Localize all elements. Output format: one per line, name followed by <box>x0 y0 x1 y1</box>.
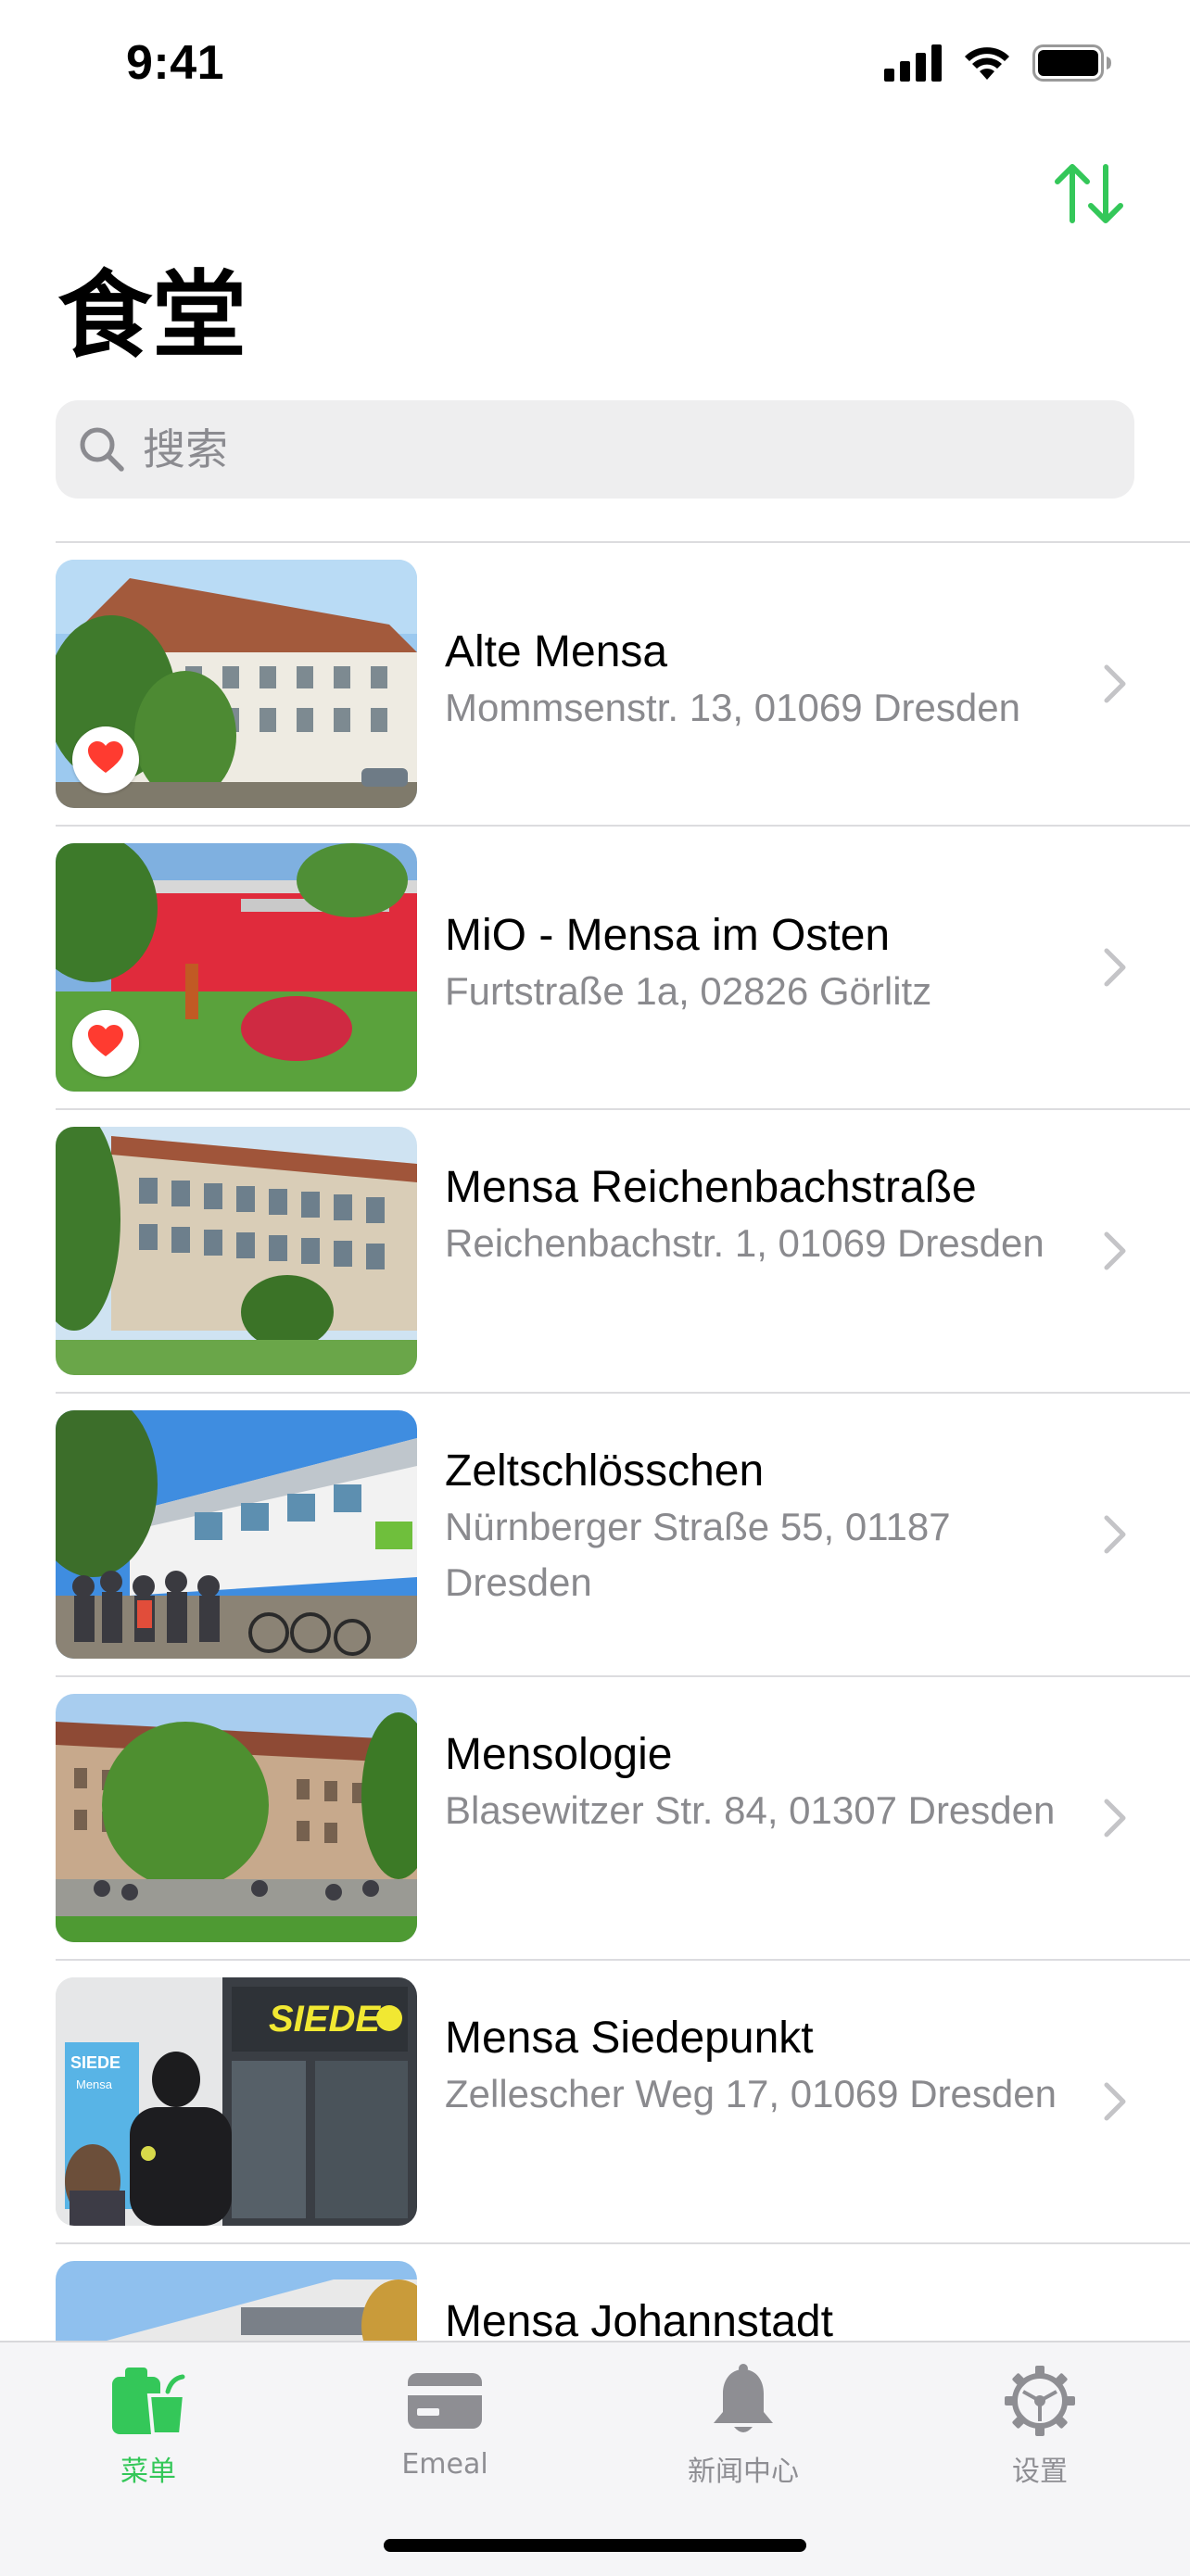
tab-label: 菜单 <box>120 2456 176 2488</box>
list-item[interactable]: Alte Mensa Mommsenstr. 13, 01069 Dresden <box>0 543 1190 827</box>
mensa-address: Nürnberger Straße 55, 01187 Dresden <box>445 1505 951 1604</box>
favorite-badge[interactable] <box>72 726 139 793</box>
wifi-icon <box>962 44 1012 86</box>
mensa-name: MiO - Mensa im Osten <box>445 911 891 960</box>
mensa-name: Mensologie <box>445 1730 673 1779</box>
tab-menu[interactable]: 菜单 <box>46 2359 250 2498</box>
mensa-name: Mensa Reichenbachstraße <box>445 1163 977 1212</box>
menu-bag-icon <box>102 2359 195 2443</box>
card-icon <box>399 2359 491 2443</box>
chevron-right-icon <box>1101 1798 1129 1838</box>
search-input[interactable] <box>141 411 1108 487</box>
chevron-right-icon <box>1101 1514 1129 1555</box>
mensa-photo <box>56 1127 417 1375</box>
tab-settings[interactable]: 设置 <box>938 2359 1142 2498</box>
status-bar: 9:41 <box>0 0 1190 130</box>
bell-icon <box>697 2359 790 2443</box>
mensa-info: Zeltschlösschen Nürnberger Straße 55, 01… <box>445 1444 1075 1610</box>
mensa-photo <box>56 560 417 808</box>
gear-icon <box>994 2359 1086 2443</box>
mensa-address: Zellescher Weg 17, 01069 Dresden <box>445 2072 1057 2115</box>
mensa-info: Mensa Reichenbachstraße Reichenbachstr. … <box>445 1160 1075 1271</box>
page-title: 食堂 <box>57 261 247 372</box>
battery-icon <box>1032 44 1112 86</box>
tab-label: 新闻中心 <box>688 2456 799 2488</box>
sort-button[interactable] <box>1047 154 1131 237</box>
mensa-address: Mommsenstr. 13, 01069 Dresden <box>445 686 1020 729</box>
mensa-photo: SIEDE SIEDE Mensa <box>56 1977 417 2226</box>
mensa-photo <box>56 843 417 1092</box>
chevron-right-icon <box>1101 2081 1129 2122</box>
sort-arrows-icon <box>1052 161 1126 231</box>
favorite-badge[interactable] <box>72 1010 139 1077</box>
cellular-signal-icon <box>884 44 942 86</box>
search-icon <box>74 422 130 477</box>
tab-label: Emeal <box>401 2448 488 2481</box>
list-item[interactable]: Mensa Reichenbachstraße Reichenbachstr. … <box>0 1110 1190 1394</box>
mensa-name: Zeltschlösschen <box>445 1446 765 1496</box>
list-item[interactable]: Zeltschlösschen Nürnberger Straße 55, 01… <box>0 1394 1190 1677</box>
heart-icon <box>87 740 124 779</box>
search-bar[interactable] <box>56 400 1134 499</box>
poster-subtext: Mensa <box>76 2077 113 2091</box>
siedepunkt-sign: SIEDE <box>269 1999 381 2039</box>
list-item[interactable]: MiO - Mensa im Osten Furtstraße 1a, 0282… <box>0 827 1190 1110</box>
list-item[interactable]: Mensologie Blasewitzer Str. 84, 01307 Dr… <box>0 1677 1190 1961</box>
chevron-right-icon <box>1101 1231 1129 1271</box>
status-time: 9:41 <box>126 36 225 90</box>
mensa-photo <box>56 1694 417 1942</box>
mensa-name: Mensa Siedepunkt <box>445 2014 814 2063</box>
heart-icon <box>87 1024 124 1063</box>
status-icons <box>884 44 1112 86</box>
home-indicator <box>384 2539 806 2552</box>
mensa-photo <box>56 1410 417 1659</box>
tab-bar: 菜单 Emeal 新闻中心 设置 <box>0 2341 1190 2576</box>
tab-news[interactable]: 新闻中心 <box>641 2359 845 2498</box>
mensa-address: Furtstraße 1a, 02826 Görlitz <box>445 969 932 1013</box>
mensa-info: Alte Mensa Mommsenstr. 13, 01069 Dresden <box>445 625 1075 736</box>
mensa-info: MiO - Mensa im Osten Furtstraße 1a, 0282… <box>445 908 1075 1019</box>
chevron-right-icon <box>1101 663 1129 704</box>
tab-label: 设置 <box>1012 2456 1068 2488</box>
mensa-name: Alte Mensa <box>445 627 668 676</box>
mensa-address: Reichenbachstr. 1, 01069 Dresden <box>445 1221 1044 1265</box>
tab-emeal[interactable]: Emeal <box>343 2359 547 2498</box>
poster-text: SIEDE <box>70 2053 120 2072</box>
mensa-address: Blasewitzer Str. 84, 01307 Dresden <box>445 1788 1056 1832</box>
chevron-right-icon <box>1101 947 1129 988</box>
mensa-info: Mensa Siedepunkt Zellescher Weg 17, 0106… <box>445 2011 1075 2122</box>
mensa-info: Mensologie Blasewitzer Str. 84, 01307 Dr… <box>445 1727 1075 1838</box>
list-item[interactable]: SIEDE SIEDE Mensa Mensa Siedepunkt Zelle… <box>0 1961 1190 2244</box>
